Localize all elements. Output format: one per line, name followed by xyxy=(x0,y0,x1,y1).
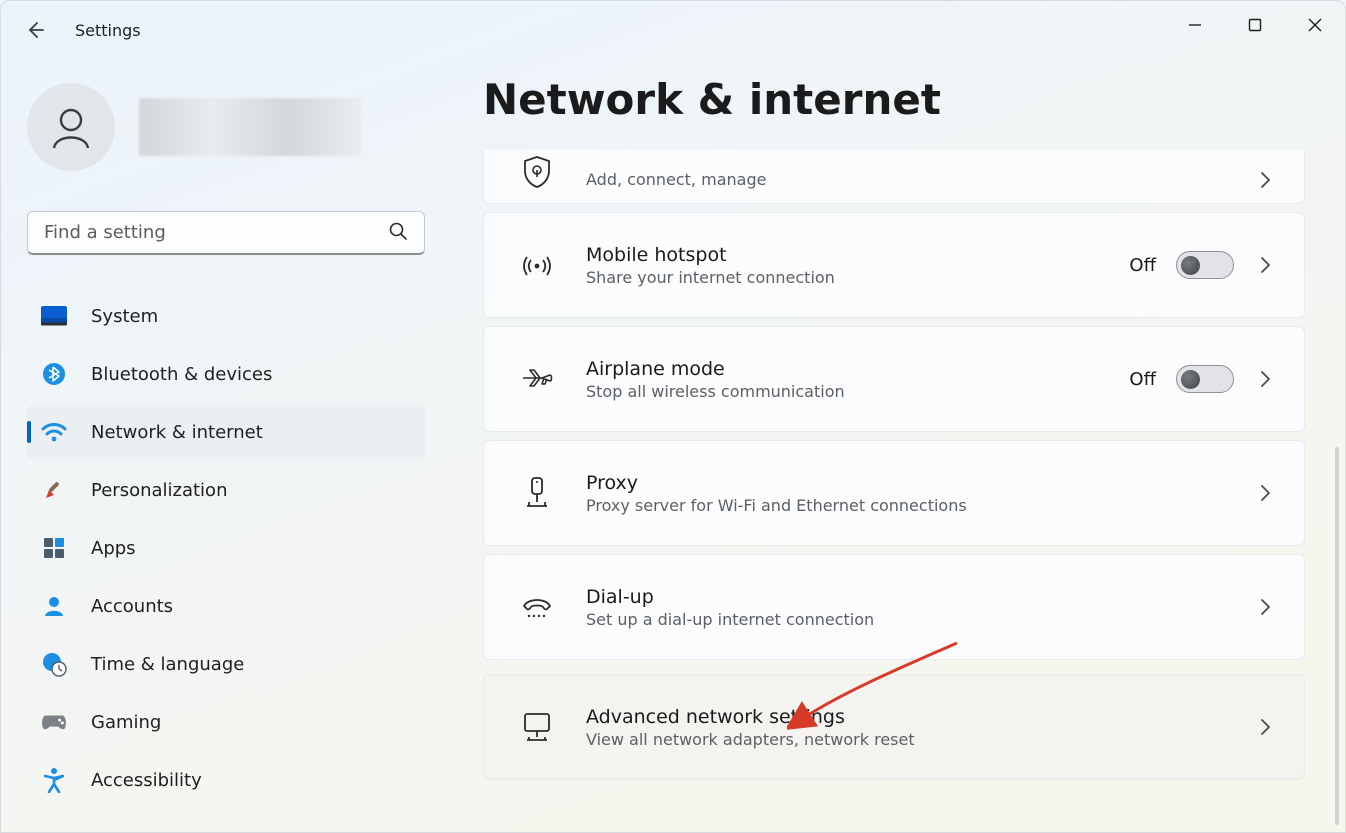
nav-label: Personalization xyxy=(91,480,227,501)
nav-item-system[interactable]: System xyxy=(27,289,425,343)
nav-item-accounts[interactable]: Accounts xyxy=(27,579,425,633)
nav-label: System xyxy=(91,306,158,327)
minimize-button[interactable] xyxy=(1165,1,1225,49)
title-bar: Settings xyxy=(1,1,1345,59)
bluetooth-icon xyxy=(41,361,67,387)
nav-item-gaming[interactable]: Gaming xyxy=(27,695,425,749)
search-box[interactable] xyxy=(27,211,425,255)
search-input[interactable] xyxy=(44,222,388,243)
card-proxy-desc: Proxy server for Wi-Fi and Ethernet conn… xyxy=(586,496,1254,515)
clock-globe-icon xyxy=(41,651,67,677)
main-panel: Network & internet Add, connect, manage … xyxy=(435,59,1345,832)
hotspot-toggle-label: Off xyxy=(1129,255,1156,276)
nav-label: Accounts xyxy=(91,596,173,617)
nav-item-time-language[interactable]: Time & language xyxy=(27,637,425,691)
accounts-icon xyxy=(41,593,67,619)
accessibility-icon xyxy=(41,767,67,793)
card-advanced-network[interactable]: Advanced network settings View all netwo… xyxy=(483,674,1305,780)
nav-label: Gaming xyxy=(91,712,161,733)
nav-item-bluetooth[interactable]: Bluetooth & devices xyxy=(27,347,425,401)
airplane-icon xyxy=(512,364,562,394)
gamepad-icon xyxy=(41,709,67,735)
card-advanced-title: Advanced network settings xyxy=(586,706,1254,728)
chevron-right-icon xyxy=(1254,484,1276,502)
card-proxy[interactable]: Proxy Proxy server for Wi-Fi and Etherne… xyxy=(483,440,1305,546)
nav-item-apps[interactable]: Apps xyxy=(27,521,425,575)
paintbrush-icon xyxy=(41,477,67,503)
card-dialup-desc: Set up a dial-up internet connection xyxy=(586,610,1254,629)
card-vpn[interactable]: Add, connect, manage xyxy=(483,150,1305,204)
nav-item-network[interactable]: Network & internet xyxy=(27,405,425,459)
airplane-toggle[interactable] xyxy=(1176,365,1234,393)
window-controls xyxy=(1165,1,1345,49)
chevron-right-icon xyxy=(1254,171,1276,189)
nav-item-personalization[interactable]: Personalization xyxy=(27,463,425,517)
wifi-icon xyxy=(41,419,67,445)
card-dialup-title: Dial-up xyxy=(586,586,1254,608)
nav-item-accessibility[interactable]: Accessibility xyxy=(27,753,425,807)
nav-label: Bluetooth & devices xyxy=(91,364,272,385)
shield-lock-icon xyxy=(512,155,562,189)
chevron-right-icon xyxy=(1254,718,1276,736)
airplane-toggle-label: Off xyxy=(1129,369,1156,390)
nav-label: Apps xyxy=(91,538,136,559)
sidebar: System Bluetooth & devices Network & int… xyxy=(1,59,435,832)
account-header[interactable] xyxy=(27,81,435,173)
nav-label: Time & language xyxy=(91,654,244,675)
nav-label: Network & internet xyxy=(91,422,263,443)
maximize-button[interactable] xyxy=(1225,1,1285,49)
apps-icon xyxy=(41,535,67,561)
search-icon xyxy=(388,221,408,245)
back-button[interactable] xyxy=(23,18,47,42)
card-hotspot-desc: Share your internet connection xyxy=(586,268,1129,287)
proxy-icon xyxy=(512,476,562,510)
system-icon xyxy=(41,303,67,329)
card-dialup[interactable]: Dial-up Set up a dial-up internet connec… xyxy=(483,554,1305,660)
scrollbar[interactable] xyxy=(1335,447,1339,825)
page-title: Network & internet xyxy=(483,75,1305,124)
card-hotspot-title: Mobile hotspot xyxy=(586,244,1129,266)
card-advanced-desc: View all network adapters, network reset xyxy=(586,730,1254,749)
card-airplane-desc: Stop all wireless communication xyxy=(586,382,1129,401)
nav-list: System Bluetooth & devices Network & int… xyxy=(27,289,425,807)
nav-label: Accessibility xyxy=(91,770,202,791)
hotspot-icon xyxy=(512,251,562,279)
app-title: Settings xyxy=(75,21,141,40)
chevron-right-icon xyxy=(1254,370,1276,388)
avatar xyxy=(27,83,115,171)
card-proxy-title: Proxy xyxy=(586,472,1254,494)
close-button[interactable] xyxy=(1285,1,1345,49)
chevron-right-icon xyxy=(1254,598,1276,616)
phone-icon xyxy=(512,594,562,620)
account-name-redacted xyxy=(139,98,361,156)
card-airplane-mode[interactable]: Airplane mode Stop all wireless communic… xyxy=(483,326,1305,432)
card-airplane-title: Airplane mode xyxy=(586,358,1129,380)
hotspot-toggle[interactable] xyxy=(1176,251,1234,279)
chevron-right-icon xyxy=(1254,256,1276,274)
card-mobile-hotspot[interactable]: Mobile hotspot Share your internet conne… xyxy=(483,212,1305,318)
monitor-network-icon xyxy=(512,711,562,743)
card-vpn-desc: Add, connect, manage xyxy=(586,170,1254,189)
